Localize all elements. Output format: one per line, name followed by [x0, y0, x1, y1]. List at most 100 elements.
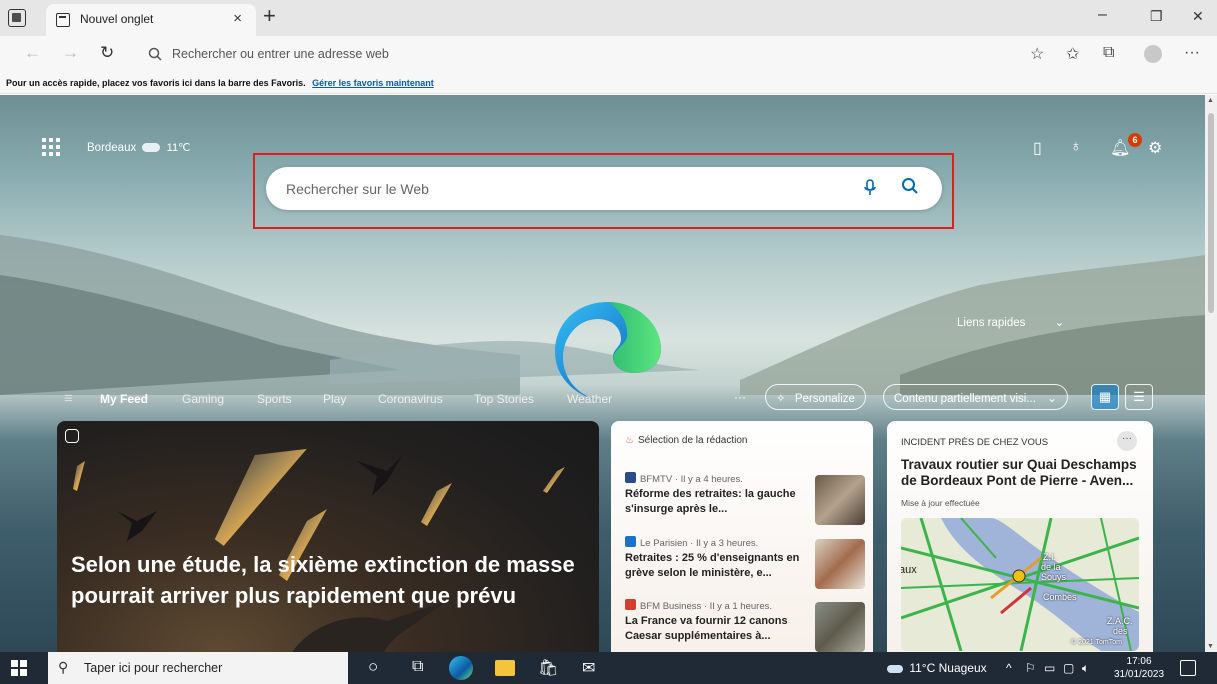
weather-temperature: 11℃ [166, 142, 191, 154]
taskbar-search-box[interactable]: ⚲ Taper ici pour rechercher [48, 652, 348, 684]
news-source: BFM Business · Il y a 1 heures. [640, 601, 772, 612]
new-tab-button[interactable]: + [263, 3, 276, 29]
news-thumbnail [815, 475, 865, 525]
sparkle-icon: ✧ [776, 393, 786, 405]
favorites-bar: Pour un accès rapide, placez vos favoris… [0, 72, 1217, 94]
traffic-map[interactable]: aux Z.I. de la Souys Combes Z.A.C. des ©… [901, 518, 1139, 651]
content-visibility-label: Contenu partiellement visi... [894, 393, 1036, 405]
list-view-button[interactable]: ☰ [1125, 384, 1153, 410]
chevron-up-icon[interactable]: ^ [1006, 661, 1012, 675]
bfmtv-logo-icon [625, 472, 636, 483]
gear-icon[interactable]: ⚙ [1148, 138, 1162, 158]
tab-play[interactable]: Play [323, 392, 346, 406]
taskbar-clock[interactable]: 17:06 31/01/2023 [1114, 655, 1164, 681]
grid-view-button[interactable]: ▦ [1091, 384, 1119, 410]
weather-location: Bordeaux [87, 142, 137, 154]
task-view-icon[interactable]: ⧉ [412, 658, 423, 676]
traffic-incident-card[interactable]: INCIDENT PRÈS DE CHEZ VOUS ··· Travaux r… [887, 421, 1153, 652]
windows-start-icon[interactable] [11, 660, 27, 676]
scrollbar-thumb[interactable] [1208, 113, 1214, 313]
clock-time: 17:06 [1126, 656, 1152, 667]
taskbar-search-placeholder: Taper ici pour rechercher [84, 661, 223, 675]
store-icon[interactable]: 🛍︎ [538, 658, 558, 678]
add-favorite-icon[interactable]: ☆ [1030, 44, 1044, 64]
tab-close-icon[interactable]: × [233, 10, 242, 27]
minimize-button[interactable]: – [1098, 6, 1107, 24]
quick-links-toggle[interactable]: Liens rapides ⌄ [957, 315, 1064, 329]
news-item[interactable]: Le Parisien · Il y a 3 heures. Retraites… [625, 536, 865, 589]
content-visibility-dropdown[interactable]: Contenu partiellement visi... ⌄ [883, 384, 1068, 410]
back-arrow-icon[interactable]: ← [24, 43, 41, 63]
windows-taskbar: ⚲ Taper ici pour rechercher ○ ⧉ 🛍︎ ✉ 11°… [0, 652, 1217, 684]
map-label: aux [901, 564, 917, 576]
tab-new-tab[interactable]: Nouvel onglet × [46, 4, 256, 36]
address-input[interactable]: Rechercher ou entrer une adresse web [136, 41, 1026, 67]
tab-gaming[interactable]: Gaming [182, 392, 224, 406]
tab-my-feed[interactable]: My Feed [100, 392, 148, 406]
news-headline: Réforme des retraites: la gauche s'insur… [625, 488, 796, 515]
tab-weather[interactable]: Weather [567, 392, 612, 406]
incident-subtitle: Mise à jour effectuée [901, 498, 980, 508]
map-copyright: © 2021 TomTom [1071, 639, 1122, 646]
news-item[interactable]: BFM Business · Il y a 1 heures. La Franc… [625, 599, 865, 652]
display-icon[interactable]: ▢ [1063, 661, 1074, 675]
search-icon: ⚲ [58, 659, 69, 675]
apps-grid-icon[interactable] [42, 138, 60, 156]
hero-article-card[interactable]: Selon une étude, la sixième extinction d… [57, 421, 599, 652]
personalize-label: Personalize [794, 393, 855, 405]
hamburger-menu-icon[interactable]: ≡ [64, 390, 73, 407]
tab-coronavirus[interactable]: Coronavirus [378, 392, 443, 406]
tab-bar: Nouvel onglet × + – ❐ ✕ [0, 0, 1217, 36]
news-source: BFMTV · Il y a 4 heures. [640, 474, 743, 485]
map-label: des [1113, 626, 1128, 636]
rewards-icon[interactable]: ♁ [1070, 138, 1082, 156]
tab-top-stories[interactable]: Top Stories [474, 392, 534, 406]
news-item[interactable]: BFMTV · Il y a 4 heures. Réforme des ret… [625, 472, 865, 525]
meteor-illustration [73, 448, 565, 652]
restore-button[interactable]: ❐ [1150, 8, 1163, 25]
web-search-box[interactable]: Rechercher sur le Web [266, 167, 942, 210]
file-explorer-icon[interactable] [495, 660, 515, 676]
tab-sports[interactable]: Sports [257, 392, 292, 406]
map-label: Souys [1041, 572, 1067, 582]
forward-arrow-icon[interactable]: → [62, 43, 79, 63]
volume-icon[interactable]: 🔈︎ [1082, 661, 1089, 676]
favorites-icon[interactable]: ✩ [1066, 44, 1079, 64]
action-center-icon[interactable] [1180, 660, 1196, 676]
incident-title: Travaux routier sur Quai Deschamps de Bo… [901, 457, 1137, 488]
card-more-button[interactable]: ··· [1117, 431, 1137, 451]
more-tabs-button[interactable]: ··· [734, 390, 746, 404]
personalize-button[interactable]: ✧ Personalize [765, 384, 866, 410]
collections-icon[interactable]: ⧉ [1103, 44, 1114, 62]
battery-icon[interactable]: ▭ [1044, 661, 1055, 675]
bfmbusiness-logo-icon [625, 599, 636, 610]
scroll-up-icon[interactable]: ▲ [1207, 97, 1214, 104]
cortana-icon[interactable]: ○ [368, 657, 378, 677]
manage-favorites-link[interactable]: Gérer les favoris maintenant [312, 78, 434, 88]
mobile-icon[interactable]: ▯ [1033, 138, 1042, 158]
weather-widget[interactable]: Bordeaux 11℃ [87, 141, 190, 154]
map-label: Z.I. [1043, 552, 1056, 562]
scroll-down-icon[interactable]: ▼ [1207, 643, 1214, 650]
network-icon[interactable]: ⚐ [1025, 661, 1036, 675]
microphone-icon[interactable] [864, 179, 876, 197]
news-headline: Retraites : 25 % d'enseignants en grève … [625, 552, 800, 579]
taskbar-weather-text: 11°C Nuageux [909, 661, 987, 675]
news-headline: La France va fournir 12 canons Caesar su… [625, 615, 788, 642]
settings-more-icon[interactable]: ··· [1184, 44, 1200, 62]
edge-taskbar-icon[interactable] [449, 656, 473, 680]
scrollbar[interactable]: ▲ ▼ [1205, 95, 1217, 652]
map-label: Z.A.C. [1107, 616, 1133, 626]
feed-navigation: ≡ My Feed Gaming Sports Play Coronavirus… [0, 382, 1205, 414]
search-submit-icon[interactable] [901, 177, 919, 195]
mail-icon[interactable]: ✉ [582, 658, 595, 678]
refresh-icon[interactable]: ↻ [100, 43, 114, 63]
taskbar-weather[interactable]: 11°C Nuageux [884, 661, 987, 675]
close-window-button[interactable]: ✕ [1192, 8, 1204, 25]
profile-avatar[interactable] [1144, 45, 1162, 63]
cloud-icon [142, 143, 161, 153]
map-label: de la [1041, 562, 1061, 572]
hero-headline: Selon une étude, la sixième extinction d… [71, 552, 575, 608]
tab-actions-icon[interactable] [8, 9, 26, 27]
address-placeholder: Rechercher ou entrer une adresse web [172, 47, 389, 61]
